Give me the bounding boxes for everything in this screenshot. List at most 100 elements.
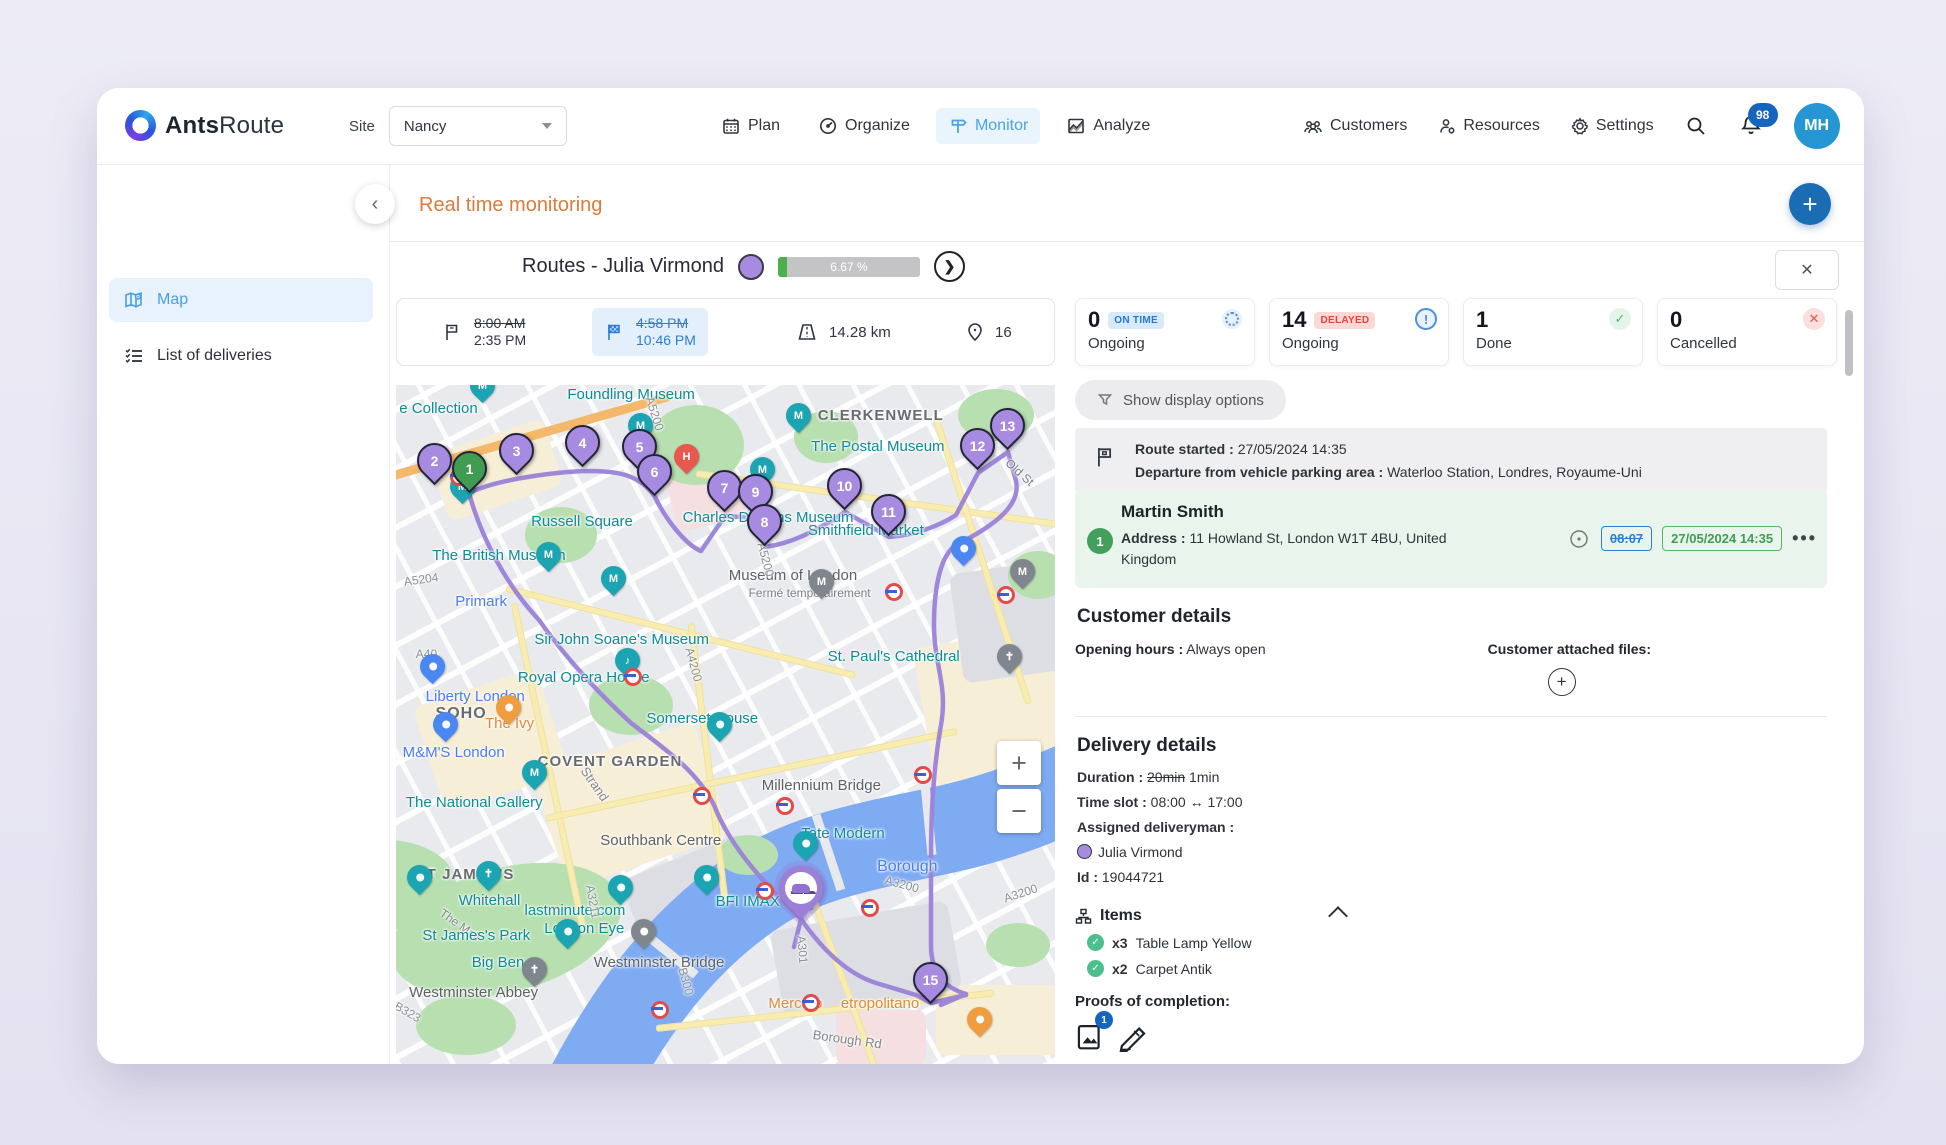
map-label: A301 bbox=[794, 935, 810, 964]
notifications-button[interactable]: 98 bbox=[1738, 113, 1764, 139]
map-label: Primark bbox=[455, 593, 507, 610]
zoom-out-button[interactable]: − bbox=[997, 789, 1041, 833]
brand-logo: AntsRoute bbox=[125, 110, 284, 141]
chevron-up-icon[interactable] bbox=[1328, 906, 1348, 926]
nav-resources-label: Resources bbox=[1463, 117, 1539, 135]
delivery-id-value: 19044721 bbox=[1102, 869, 1164, 885]
map-label: Whitehall bbox=[459, 892, 521, 909]
map-label: Somerset House bbox=[646, 710, 758, 727]
checklist-icon bbox=[123, 345, 145, 367]
status-card-cancelled[interactable]: 0 Cancelled ✕ bbox=[1657, 298, 1837, 366]
driver-color-dot bbox=[738, 254, 764, 280]
proof-photo-button[interactable]: 1 bbox=[1075, 1020, 1105, 1057]
calendar-icon bbox=[721, 116, 741, 136]
proof-signature-button[interactable] bbox=[1117, 1020, 1149, 1057]
close-panel-button[interactable]: ✕ bbox=[1775, 250, 1839, 290]
transit-station-icon bbox=[756, 882, 774, 900]
done-count: 1 bbox=[1476, 307, 1488, 333]
duration-line: Duration : 20min 1min bbox=[1077, 769, 1827, 785]
main-nav: Plan Organize Monitor Analyze bbox=[709, 88, 1162, 164]
status-card-done[interactable]: 1 Done ✓ bbox=[1463, 298, 1643, 366]
map-label: Westminster Bridge bbox=[594, 954, 725, 971]
address-label: Address : bbox=[1121, 530, 1186, 546]
tab-analyze-label: Analyze bbox=[1093, 117, 1150, 135]
map-poi-pin: H bbox=[669, 439, 704, 474]
finish-flag-icon bbox=[604, 321, 626, 343]
signature-proof-icon bbox=[1117, 1020, 1149, 1052]
sidebar-item-map-label: Map bbox=[157, 291, 188, 309]
sidebar-item-map[interactable]: Map bbox=[109, 278, 373, 322]
cancelled-count: 0 bbox=[1670, 307, 1682, 333]
route-started-value: 27/05/2024 14:35 bbox=[1238, 441, 1347, 457]
nav-settings[interactable]: Settings bbox=[1570, 116, 1654, 136]
map-label: CLERKENWELL bbox=[818, 407, 944, 424]
map-label: St. Paul's Cathedral bbox=[828, 648, 960, 665]
item-row: ✓ x2 Carpet Antik bbox=[1087, 960, 1827, 977]
status-card-ongoing-ontime[interactable]: 0 ON TIME Ongoing bbox=[1075, 298, 1255, 366]
antsroute-logo-icon bbox=[125, 110, 156, 141]
map-label: e Collection bbox=[399, 400, 477, 417]
back-button[interactable]: ‹ bbox=[355, 184, 395, 224]
show-display-options-label: Show display options bbox=[1123, 392, 1264, 409]
zoom-in-button[interactable]: + bbox=[997, 741, 1041, 785]
locate-target-icon[interactable] bbox=[1567, 527, 1591, 551]
stop-customer-name: Martin Smith bbox=[1121, 502, 1813, 522]
panel-scrollbar[interactable] bbox=[1845, 310, 1853, 376]
search-button[interactable] bbox=[1684, 114, 1708, 138]
customers-icon bbox=[1302, 116, 1324, 136]
brand-light: Route bbox=[219, 112, 284, 139]
tab-organize[interactable]: Organize bbox=[806, 108, 922, 144]
sidebar-item-list-of-deliveries[interactable]: List of deliveries bbox=[109, 334, 373, 378]
transit-station-icon bbox=[776, 797, 794, 815]
deliveryman-value: Julia Virmond bbox=[1098, 844, 1183, 860]
cross-circle-icon: ✕ bbox=[1803, 308, 1825, 330]
tab-monitor[interactable]: Monitor bbox=[936, 108, 1040, 144]
show-display-options-button[interactable]: Show display options bbox=[1075, 380, 1286, 420]
brand-bold: Ants bbox=[165, 112, 219, 139]
map-label: The Postal Museum bbox=[811, 438, 944, 455]
map-label: Big Ben bbox=[472, 954, 525, 971]
transit-station-icon bbox=[885, 583, 903, 601]
route-stats-bar: 8:00 AM 2:35 PM 4:58 PM 10:46 PM 14.28 k… bbox=[396, 298, 1055, 366]
map-label: lastminute.com bbox=[525, 902, 626, 919]
tab-plan[interactable]: Plan bbox=[709, 108, 792, 144]
signpost-icon bbox=[948, 116, 968, 136]
nav-customers[interactable]: Customers bbox=[1302, 116, 1407, 136]
status-card-ongoing-delayed[interactable]: 14 DELAYED Ongoing ! bbox=[1269, 298, 1449, 366]
map-label: Southbank Centre bbox=[600, 832, 721, 849]
item-name: Table Lamp Yellow bbox=[1136, 935, 1252, 951]
route-progress-label: 6.67 % bbox=[778, 257, 920, 277]
next-route-button[interactable]: ❯ bbox=[934, 251, 965, 282]
item-qty: x3 bbox=[1112, 935, 1128, 951]
deliveryman-line: Julia Virmond bbox=[1077, 844, 1827, 860]
add-button[interactable]: + bbox=[1789, 183, 1831, 225]
delivery-id-label: Id : bbox=[1077, 869, 1098, 885]
stop-menu-button[interactable]: ••• bbox=[1792, 528, 1817, 549]
time-slot-value: 08:00 ↔ 17:00 bbox=[1151, 794, 1243, 810]
duration-new: 1min bbox=[1189, 769, 1219, 785]
map-poi-pin: M bbox=[781, 398, 816, 433]
stops-pin-icon bbox=[965, 321, 985, 343]
items-header[interactable]: Items bbox=[1075, 907, 1405, 925]
nav-settings-label: Settings bbox=[1596, 117, 1654, 135]
gauge-icon bbox=[818, 116, 838, 136]
map-canvas[interactable]: + − e Collection Foundling Museum CLERKENW… bbox=[396, 385, 1055, 1064]
tab-organize-label: Organize bbox=[845, 117, 910, 135]
divider bbox=[1075, 716, 1827, 717]
nav-resources[interactable]: Resources bbox=[1437, 116, 1539, 136]
start-time-planned: 8:00 AM bbox=[474, 315, 526, 332]
map-label: Foundling Museum bbox=[567, 386, 695, 403]
transit-station-icon bbox=[997, 586, 1015, 604]
add-attached-file-button[interactable]: + bbox=[1548, 668, 1576, 696]
stop-card-martin-smith[interactable]: 1 Martin Smith Address : 11 Howland St, … bbox=[1075, 490, 1827, 588]
route-start-info: Route started : 27/05/2024 14:35 Departu… bbox=[1075, 428, 1827, 494]
site-select[interactable]: Nancy bbox=[389, 106, 567, 146]
stop-details-panel: 1 Martin Smith Address : 11 Howland St, … bbox=[1075, 490, 1827, 1057]
end-time-actual: 10:46 PM bbox=[636, 332, 696, 349]
map-icon bbox=[123, 289, 145, 311]
avatar[interactable]: MH bbox=[1794, 103, 1840, 149]
tab-analyze[interactable]: Analyze bbox=[1054, 108, 1162, 144]
spinner-icon bbox=[1222, 309, 1242, 329]
time-slot-line: Time slot : 08:00 ↔ 17:00 bbox=[1077, 794, 1827, 810]
delayed-count: 14 bbox=[1282, 307, 1306, 333]
